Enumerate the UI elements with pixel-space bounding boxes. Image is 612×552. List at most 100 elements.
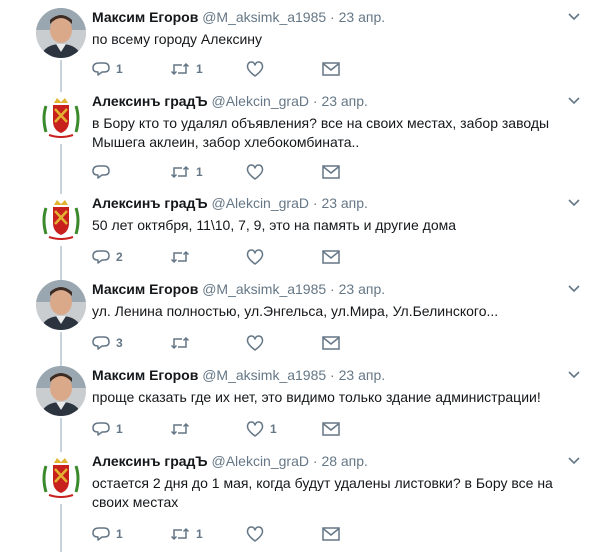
tweet-header: Максим Егоров @M_aksimk_a1985 · 23 апр. <box>92 9 385 25</box>
timestamp[interactable]: 28 апр. <box>321 453 368 469</box>
direct-message-button[interactable] <box>322 334 340 352</box>
reply-button[interactable]: 1 <box>92 525 123 543</box>
direct-message-icon <box>322 250 340 264</box>
direct-message-button[interactable] <box>322 420 340 438</box>
direct-message-button[interactable] <box>322 163 340 181</box>
tweet-actions: 2 <box>92 248 352 266</box>
retweet-icon <box>170 61 190 77</box>
thread-connector <box>60 332 62 358</box>
separator: · <box>330 281 335 297</box>
reply-button[interactable]: 1 <box>92 420 123 438</box>
author-handle[interactable]: @M_aksimk_a1985 <box>202 9 326 25</box>
chevron-down-icon[interactable] <box>566 196 582 210</box>
separator: · <box>330 9 335 25</box>
retweet-button[interactable]: 1 <box>170 525 203 543</box>
author-name[interactable]: Алексинъ градЪ <box>92 195 208 211</box>
retweet-button[interactable] <box>170 334 196 352</box>
timestamp[interactable]: 23 апр. <box>339 9 386 25</box>
tweet-header: Максим Егоров @M_aksimk_a1985 · 23 апр. <box>92 281 385 297</box>
author-handle[interactable]: @M_aksimk_a1985 <box>202 281 326 297</box>
like-icon <box>246 421 264 437</box>
reply-button[interactable]: 1 <box>92 60 123 78</box>
tweet-header: Максим Егоров @M_aksimk_a1985 · 23 апр. <box>92 367 385 383</box>
retweet-button[interactable]: 1 <box>170 163 203 181</box>
avatar[interactable] <box>36 280 86 330</box>
reply-icon <box>92 421 110 437</box>
direct-message-icon <box>322 527 340 541</box>
tweet-actions: 1 1 <box>92 60 352 78</box>
timestamp[interactable]: 23 апр. <box>321 93 368 109</box>
tweet-text: по всему городу Алексину <box>92 31 263 47</box>
reply-button[interactable]: 3 <box>92 334 123 352</box>
direct-message-button[interactable] <box>322 525 340 543</box>
like-button[interactable] <box>246 163 270 181</box>
author-name[interactable]: Максим Егоров <box>92 9 198 25</box>
separator: · <box>312 93 318 109</box>
retweet-button[interactable] <box>170 248 196 266</box>
like-button[interactable] <box>246 248 270 266</box>
tweet-text: проще сказать где их нет, это видимо тол… <box>92 389 541 405</box>
chevron-down-icon[interactable] <box>566 282 582 296</box>
timestamp[interactable]: 23 апр. <box>321 195 368 211</box>
like-button[interactable] <box>246 60 270 78</box>
reply-icon <box>92 249 110 265</box>
tweet-text: ул. Ленина полностью, ул.Энгельса, ул.Ми… <box>92 303 499 319</box>
direct-message-icon <box>322 336 340 350</box>
author-handle[interactable]: @M_aksimk_a1985 <box>202 367 326 383</box>
tweet-text: 50 лет октября, 11\10, 7, 9, это на памя… <box>92 217 457 233</box>
chevron-down-icon[interactable] <box>566 10 582 24</box>
author-name[interactable]: Алексинъ градЪ <box>92 93 208 109</box>
thread-connector <box>60 418 62 444</box>
like-icon <box>246 164 264 180</box>
separator: · <box>312 453 318 469</box>
author-name[interactable]: Максим Егоров <box>92 281 198 297</box>
reply-icon <box>92 164 110 180</box>
avatar[interactable] <box>36 8 86 58</box>
direct-message-button[interactable] <box>322 248 340 266</box>
author-name[interactable]: Максим Егоров <box>92 367 198 383</box>
thread-connector <box>60 186 62 194</box>
retweet-button[interactable] <box>170 420 196 438</box>
tweet-header: Алексинъ градЪ @Alekcin_graD · 23 апр. <box>92 195 368 211</box>
author-handle[interactable]: @Alekcin_graD <box>212 93 309 109</box>
thread-connector <box>60 504 62 552</box>
tweet-actions: 3 <box>92 334 352 352</box>
avatar[interactable] <box>36 92 86 142</box>
separator: · <box>330 367 335 383</box>
thread-connector <box>60 358 62 366</box>
direct-message-icon <box>322 62 340 76</box>
tweet-actions: 1 1 <box>92 420 352 438</box>
author-name[interactable]: Алексинъ градЪ <box>92 453 208 469</box>
like-icon <box>246 526 264 542</box>
avatar[interactable] <box>36 194 86 244</box>
reply-button[interactable]: 2 <box>92 248 123 266</box>
avatar[interactable] <box>36 452 86 502</box>
reply-icon <box>92 61 110 77</box>
tweet[interactable]: Алексинъ градЪ @Alekcin_graD · 28 апр. о… <box>0 444 612 552</box>
tweet[interactable]: Максим Егоров @M_aksimk_a1985 · 23 апр. … <box>0 272 612 358</box>
chevron-down-icon[interactable] <box>566 94 582 108</box>
retweet-icon <box>170 249 190 265</box>
thread-connector <box>60 84 62 92</box>
direct-message-button[interactable] <box>322 60 340 78</box>
avatar[interactable] <box>36 366 86 416</box>
author-handle[interactable]: @Alekcin_graD <box>212 195 309 211</box>
like-button[interactable]: 1 <box>246 420 277 438</box>
chevron-down-icon[interactable] <box>566 368 582 382</box>
chevron-down-icon[interactable] <box>566 454 582 468</box>
timestamp[interactable]: 23 апр. <box>339 367 386 383</box>
timestamp[interactable]: 23 апр. <box>339 281 386 297</box>
tweet[interactable]: Алексинъ градЪ @Alekcin_graD · 23 апр. в… <box>0 84 612 186</box>
tweet[interactable]: Максим Егоров @M_aksimk_a1985 · 23 апр. … <box>0 358 612 444</box>
like-button[interactable] <box>246 334 270 352</box>
reply-count: 1 <box>116 422 123 436</box>
like-button[interactable] <box>246 525 270 543</box>
tweet[interactable]: Максим Егоров @M_aksimk_a1985 · 23 апр. … <box>0 0 612 84</box>
retweet-icon <box>170 421 190 437</box>
tweet-actions: 1 1 <box>92 525 352 543</box>
author-handle[interactable]: @Alekcin_graD <box>212 453 309 469</box>
reply-button[interactable] <box>92 163 116 181</box>
retweet-button[interactable]: 1 <box>170 60 203 78</box>
like-icon <box>246 61 264 77</box>
tweet[interactable]: Алексинъ градЪ @Alekcin_graD · 23 апр. 5… <box>0 186 612 272</box>
